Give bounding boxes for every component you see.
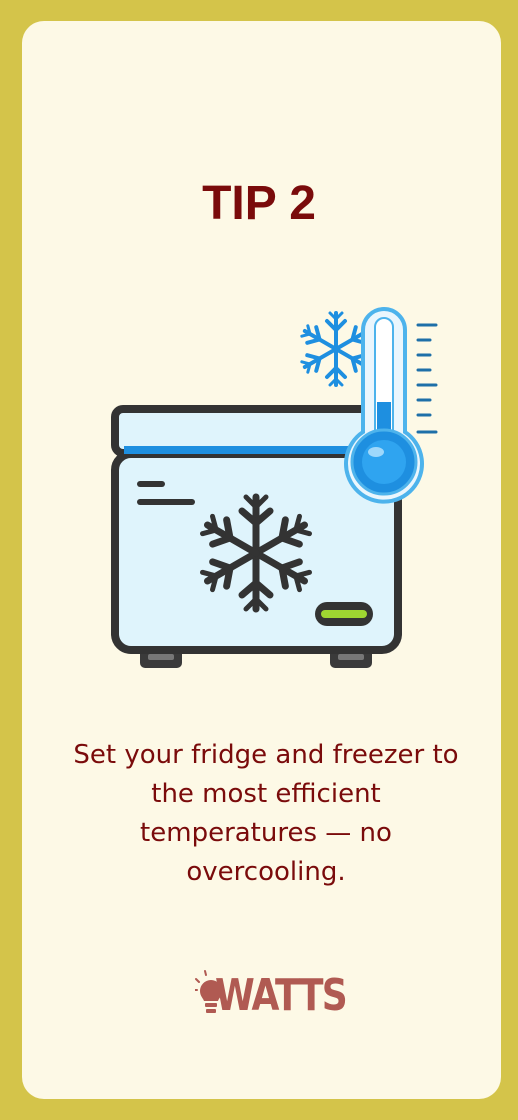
brand-logo: WATTS xyxy=(195,968,348,1024)
brand-name: WATTS xyxy=(215,970,348,1021)
tip-title: TIP 2 xyxy=(202,177,316,230)
tip-description: Set your fridge and freezer to the most … xyxy=(73,740,459,887)
